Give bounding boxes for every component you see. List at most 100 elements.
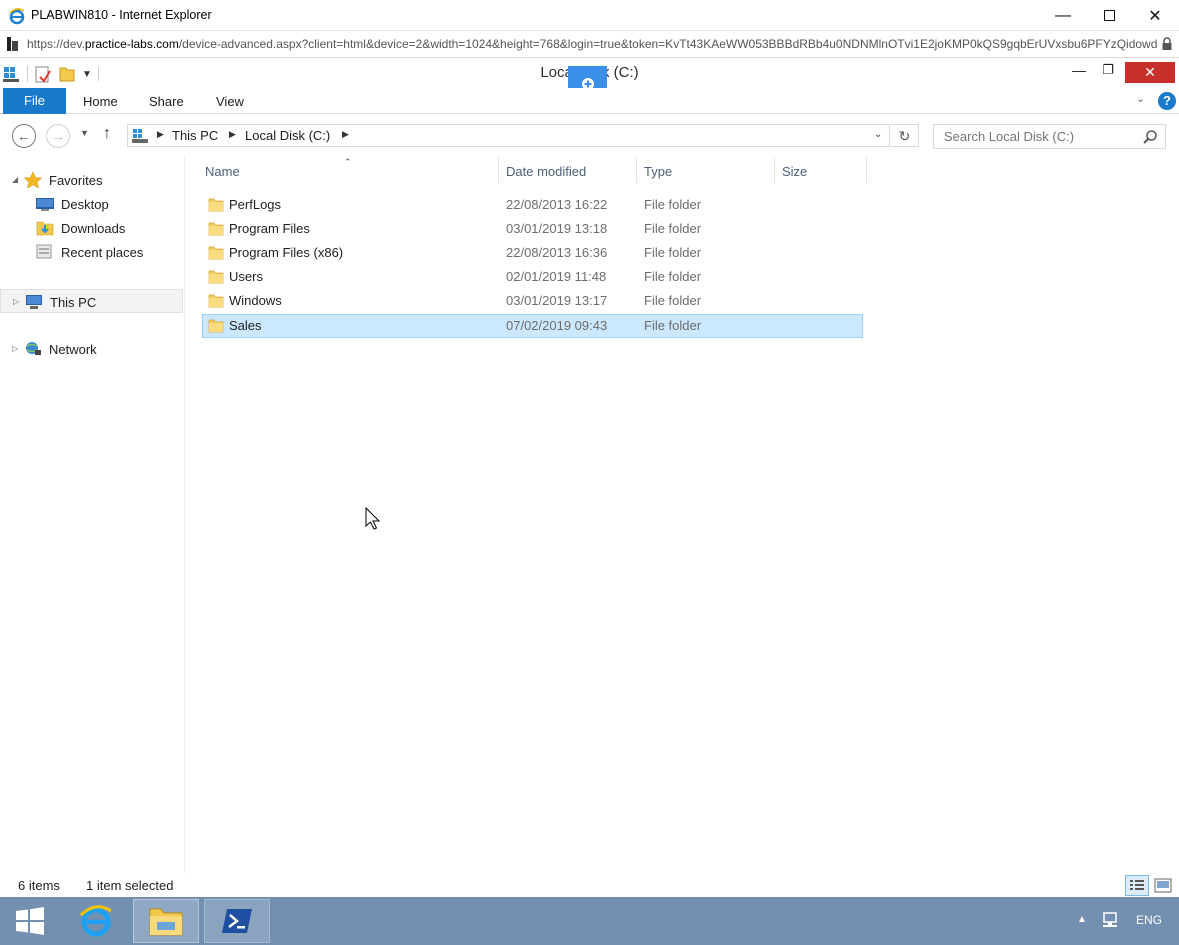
powershell-icon [222,909,252,933]
details-view-icon [1130,880,1144,890]
column-divider[interactable] [774,157,775,183]
ie-titlebar: PLABWIN810 - Internet Explorer — ✕ [0,0,1179,31]
nav-item-favorites[interactable]: ◢ Favorites [0,168,184,192]
address-dropdown-icon[interactable]: ⌄ [874,129,882,140]
ie-minimize-button[interactable]: — [1040,0,1086,31]
file-date: 03/01/2019 13:17 [506,293,608,308]
tab-share[interactable]: Share [149,88,184,114]
tab-file[interactable]: File [3,88,66,114]
refresh-button[interactable]: ↻ [891,124,919,147]
nav-label: Recent places [61,245,144,260]
taskbar-file-explorer[interactable] [133,899,199,943]
recent-locations-icon[interactable]: ▼ [80,128,89,138]
tab-view[interactable]: View [216,88,244,114]
file-name: Program Files (x86) [229,245,344,260]
nav-item-desktop[interactable]: Desktop [0,192,184,216]
folder-icon [208,319,224,333]
taskbar-powershell[interactable] [204,899,270,943]
file-row[interactable]: PerfLogs 22/08/2013 16:22 File folder [202,193,863,217]
forward-button[interactable]: → [46,124,70,148]
windows-logo-icon [16,907,44,935]
file-row[interactable]: Program Files (x86) 22/08/2013 16:36 Fil… [202,241,863,265]
file-row-selected[interactable]: Sales 07/02/2019 09:43 File folder [202,314,863,338]
help-icon[interactable]: ? [1158,92,1176,110]
lock-icon[interactable] [1161,37,1173,51]
network-tray-icon[interactable] [1101,911,1121,931]
internet-explorer-icon [79,905,112,937]
file-explorer-icon [149,908,183,936]
search-icon [1143,130,1157,144]
nav-item-downloads[interactable]: Downloads [0,216,184,240]
nav-item-network[interactable]: ▷ Network [0,337,184,361]
network-icon [26,342,41,355]
file-date: 03/01/2019 13:18 [506,221,608,236]
back-button[interactable]: ← [12,124,36,148]
file-date: 07/02/2019 09:43 [506,318,608,333]
url-prefix: https://dev. [27,37,85,51]
downloads-folder-icon [36,221,54,236]
breadcrumb-chevron-icon[interactable]: ▶ [342,129,349,140]
taskbar-internet-explorer[interactable] [63,899,129,943]
sort-ascending-icon: ⌃ [344,157,352,167]
explorer-restore-button[interactable]: ❐ [1094,62,1122,84]
large-icons-view-icon[interactable] [1153,876,1173,895]
show-hidden-icons-icon[interactable]: ▲ [1077,914,1087,925]
ie-close-button[interactable]: ✕ [1132,0,1178,31]
file-list: ⌃ Name Date modified Type Size PerfLogs … [186,155,1179,873]
breadcrumb-this-pc[interactable]: This PC [172,128,218,143]
ie-maximize-button[interactable] [1086,0,1132,31]
explorer-close-button[interactable]: ✕ [1125,62,1175,83]
column-header-name[interactable]: Name [205,164,240,188]
breadcrumb-chevron-icon[interactable]: ▶ [229,129,236,140]
breadcrumb[interactable]: ▶ This PC ▶ Local Disk (C:) ▶ ⌄ [127,124,890,147]
search-box[interactable] [933,124,1166,149]
mouse-cursor-icon [365,507,381,530]
column-divider[interactable] [498,157,499,183]
folder-icon [208,246,224,260]
folder-icon [208,294,224,308]
file-type: File folder [644,269,702,284]
breadcrumb-local-disk[interactable]: Local Disk (C:) [245,128,330,143]
file-name: Windows [229,293,282,308]
desktop-icon [36,198,54,211]
collapse-triangle-icon[interactable]: ◢ [12,175,18,184]
breadcrumb-chevron-icon[interactable]: ▶ [157,129,164,140]
selection-count: 1 item selected [86,878,174,893]
file-type: File folder [644,221,702,236]
column-header-size[interactable]: Size [782,164,807,188]
recent-places-icon [36,244,52,259]
file-name: Program Files [229,221,310,236]
start-button[interactable] [0,897,60,945]
column-header-date[interactable]: Date modified [506,164,586,188]
taskbar: ▲ ENG [0,897,1179,945]
expand-triangle-icon[interactable]: ▷ [12,344,18,353]
file-row[interactable]: Program Files 03/01/2019 13:18 File fold… [202,217,863,241]
url-domain: practice-labs.com [84,37,179,51]
tab-home[interactable]: Home [83,88,118,114]
column-divider[interactable] [866,157,867,183]
internet-explorer-icon [9,8,25,25]
details-view-button[interactable] [1125,875,1149,896]
column-header-type[interactable]: Type [644,164,672,188]
file-date: 02/01/2019 11:48 [506,269,607,284]
file-date: 22/08/2013 16:22 [506,197,608,212]
search-input[interactable] [944,129,1139,144]
expand-ribbon-icon[interactable]: ⌄ [1136,92,1145,105]
nav-item-this-pc[interactable]: ▷ This PC [0,289,183,313]
column-divider[interactable] [636,157,637,183]
explorer-minimize-button[interactable]: — [1065,62,1093,84]
refresh-icon: ↻ [898,128,911,144]
close-icon: ✕ [1144,64,1156,80]
file-type: File folder [644,318,702,333]
address-bar[interactable]: https://dev.practice-labs.com/device-adv… [0,31,1179,58]
up-arrow-icon[interactable]: ↑ [103,125,111,143]
file-row[interactable]: Users 02/01/2019 11:48 File folder [202,265,863,289]
item-count: 6 items [18,878,60,893]
file-row[interactable]: Windows 03/01/2019 13:17 File folder [202,289,863,313]
input-language-indicator[interactable]: ENG [1136,913,1162,927]
file-name: Users [229,269,263,284]
url-text[interactable]: https://dev.practice-labs.com/device-adv… [27,37,1157,51]
url-rest: /device-advanced.aspx?client=html&device… [178,37,1157,51]
expand-triangle-icon[interactable]: ▷ [13,297,19,306]
nav-item-recent-places[interactable]: Recent places [0,240,184,264]
